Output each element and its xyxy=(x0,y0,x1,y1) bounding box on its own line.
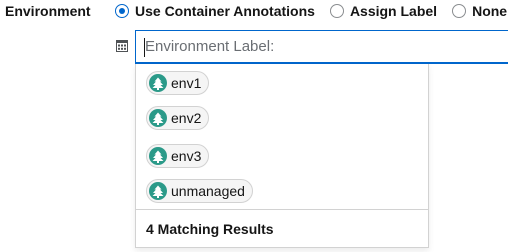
radio-label: Use Container Annotations xyxy=(135,3,315,19)
tree-icon xyxy=(149,147,167,165)
dropdown-option-unmanaged[interactable]: unmanaged xyxy=(146,178,253,204)
dropdown-option-env3[interactable]: env3 xyxy=(146,143,210,169)
dropdown-divider xyxy=(136,209,428,210)
chip-label: env2 xyxy=(171,110,202,126)
label-chip: env2 xyxy=(146,106,210,130)
matching-results-count: 4 Matching Results xyxy=(146,221,274,237)
environment-radio-group: Use Container Annotations Assign Label N… xyxy=(115,2,507,20)
radio-label: None xyxy=(472,3,508,19)
label-chip: env1 xyxy=(146,71,210,95)
calendar-grid-icon xyxy=(116,40,128,52)
environment-label-input-wrapper xyxy=(135,30,508,64)
label-chip: unmanaged xyxy=(146,179,253,203)
chip-label: unmanaged xyxy=(171,183,245,199)
label-chip: env3 xyxy=(146,144,210,168)
dropdown-option-env1[interactable]: env1 xyxy=(146,70,210,96)
radio-label: Assign Label xyxy=(349,3,438,19)
radio-button[interactable] xyxy=(329,4,344,18)
radio-button[interactable] xyxy=(452,4,467,18)
environment-label-input[interactable] xyxy=(136,31,508,62)
chip-label: env1 xyxy=(171,75,202,91)
radio-button-checked[interactable] xyxy=(115,4,129,18)
tree-icon xyxy=(149,74,167,92)
environment-label-dropdown: env1 env2 env3 unmanaged 4 Matching Resu… xyxy=(135,64,429,248)
environment-field-label: Environment xyxy=(5,3,91,19)
radio-use-container-annotations[interactable]: Use Container Annotations xyxy=(115,3,315,19)
dropdown-option-env2[interactable]: env2 xyxy=(146,105,210,131)
chip-label: env3 xyxy=(171,148,202,164)
environment-form: Environment Use Container Annotations As… xyxy=(0,0,508,252)
text-caret xyxy=(144,38,145,57)
tree-icon xyxy=(149,109,167,127)
radio-none[interactable]: None xyxy=(452,3,507,19)
radio-assign-label[interactable]: Assign Label xyxy=(329,3,438,19)
tree-icon xyxy=(149,182,167,200)
